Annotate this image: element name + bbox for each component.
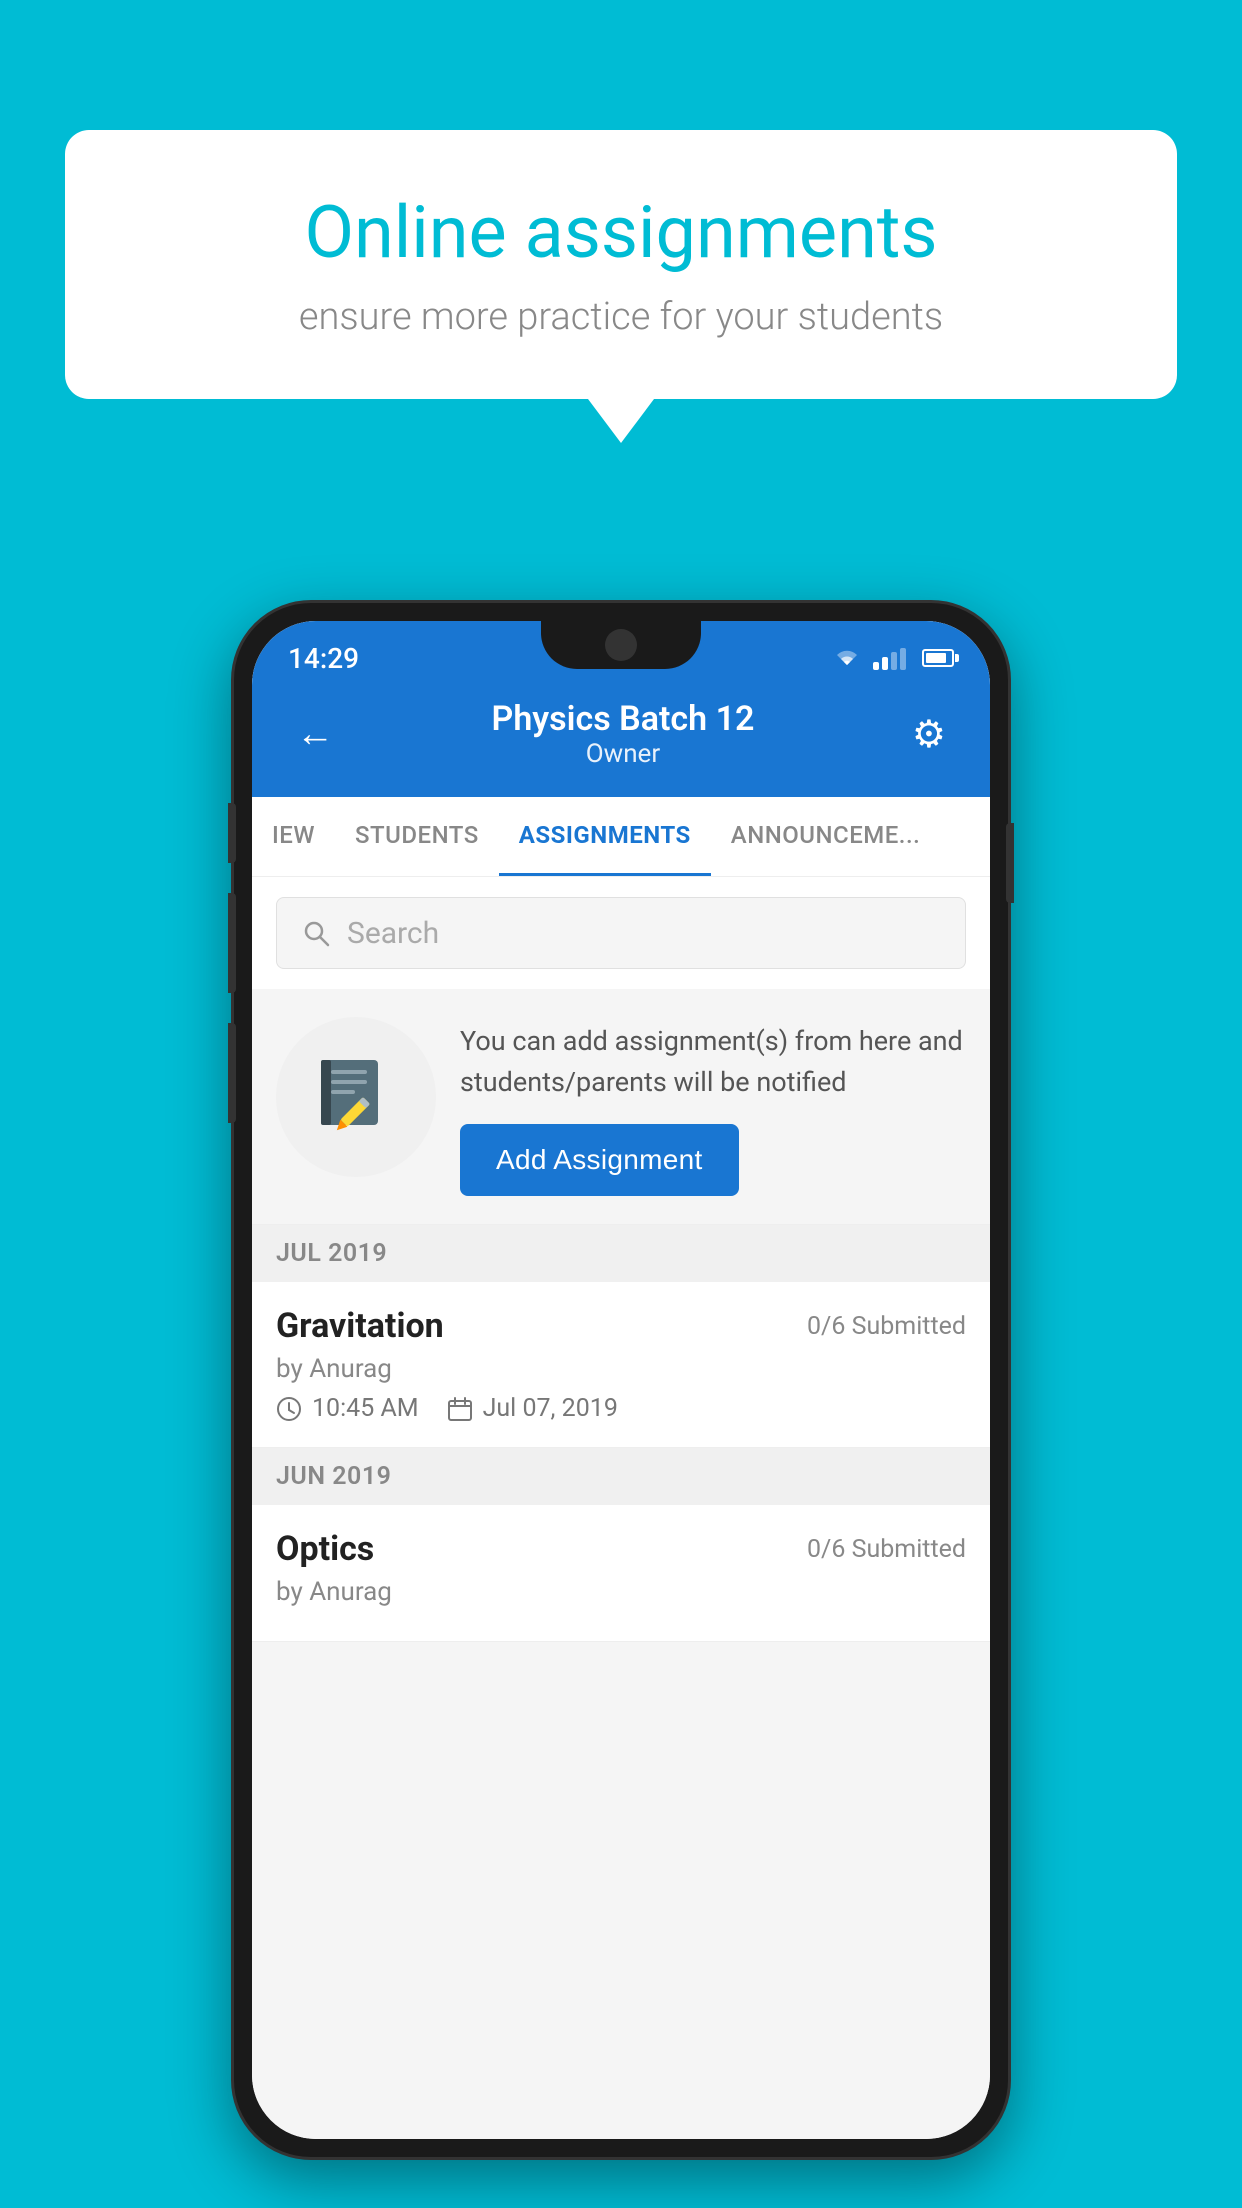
tab-students[interactable]: STUDENTS	[335, 797, 499, 876]
phone-mute-button	[228, 803, 236, 863]
phone-vol-down-button	[228, 1023, 236, 1123]
batch-title: Physics Batch 12	[492, 699, 755, 739]
tab-announcements[interactable]: ANNOUNCEME...	[711, 797, 941, 876]
search-icon	[301, 918, 331, 948]
tabs-container: IEW STUDENTS ASSIGNMENTS ANNOUNCEME...	[252, 797, 990, 877]
phone-vol-up-button	[228, 893, 236, 993]
search-placeholder: Search	[347, 916, 439, 951]
battery-icon	[922, 649, 954, 667]
promo-text: You can add assignment(s) from here and …	[460, 1017, 966, 1196]
screen-content: Search	[252, 877, 990, 2139]
assignment-row1: Gravitation 0/6 Submitted	[276, 1306, 966, 1346]
tab-iew[interactable]: IEW	[252, 797, 335, 876]
month-jul-2019: JUL 2019	[252, 1225, 990, 1282]
assignment-name: Gravitation	[276, 1306, 444, 1346]
promo-section: You can add assignment(s) from here and …	[252, 989, 990, 1225]
notebook-icon	[311, 1052, 401, 1142]
promo-description: You can add assignment(s) from here and …	[460, 1021, 966, 1102]
status-time: 14:29	[288, 642, 359, 675]
assignment-promo-icon	[276, 1017, 436, 1177]
tab-assignments[interactable]: ASSIGNMENTS	[499, 797, 711, 876]
phone-power-button	[1006, 823, 1014, 903]
speech-bubble-title: Online assignments	[135, 190, 1107, 275]
submitted-badge: 0/6 Submitted	[807, 1312, 966, 1341]
phone-notch	[541, 621, 701, 669]
optics-by: by Anurag	[276, 1577, 966, 1607]
app-header: ← Physics Batch 12 Owner ⚙	[252, 679, 990, 797]
date-meta: Jul 07, 2019	[447, 1394, 618, 1423]
speech-bubble-container: Online assignments ensure more practice …	[65, 130, 1177, 399]
assignment-item-optics[interactable]: Optics 0/6 Submitted by Anurag	[252, 1505, 990, 1642]
clock-icon	[276, 1396, 302, 1422]
assignment-meta: 10:45 AM Jul 07, 2019	[276, 1394, 966, 1423]
camera	[605, 629, 637, 661]
phone-container: 14:29	[231, 600, 1011, 2160]
phone-outer: 14:29	[231, 600, 1011, 2160]
phone-screen: 14:29	[252, 621, 990, 2139]
month-jun-2019: JUN 2019	[252, 1448, 990, 1505]
add-assignment-button[interactable]: Add Assignment	[460, 1124, 739, 1196]
assignment-item-gravitation[interactable]: Gravitation 0/6 Submitted by Anurag	[252, 1282, 990, 1448]
phone-screen-inner: 14:29	[252, 621, 990, 2139]
settings-button[interactable]: ⚙	[904, 704, 954, 765]
search-container: Search	[252, 877, 990, 989]
assignment-time: 10:45 AM	[312, 1394, 419, 1423]
back-button[interactable]: ←	[288, 704, 342, 764]
time-meta: 10:45 AM	[276, 1394, 419, 1423]
assignment-by: by Anurag	[276, 1354, 966, 1384]
optics-submitted: 0/6 Submitted	[807, 1535, 966, 1564]
assignment-date: Jul 07, 2019	[483, 1394, 618, 1423]
search-bar[interactable]: Search	[276, 897, 966, 969]
calendar-icon	[447, 1396, 473, 1422]
status-icons	[833, 646, 954, 670]
speech-bubble-subtitle: ensure more practice for your students	[135, 295, 1107, 339]
batch-role: Owner	[492, 739, 755, 769]
optics-name: Optics	[276, 1529, 374, 1569]
optics-row1: Optics 0/6 Submitted	[276, 1529, 966, 1569]
wifi-icon	[833, 647, 861, 669]
header-center: Physics Batch 12 Owner	[492, 699, 755, 769]
signal-icon	[873, 646, 906, 670]
speech-bubble: Online assignments ensure more practice …	[65, 130, 1177, 399]
